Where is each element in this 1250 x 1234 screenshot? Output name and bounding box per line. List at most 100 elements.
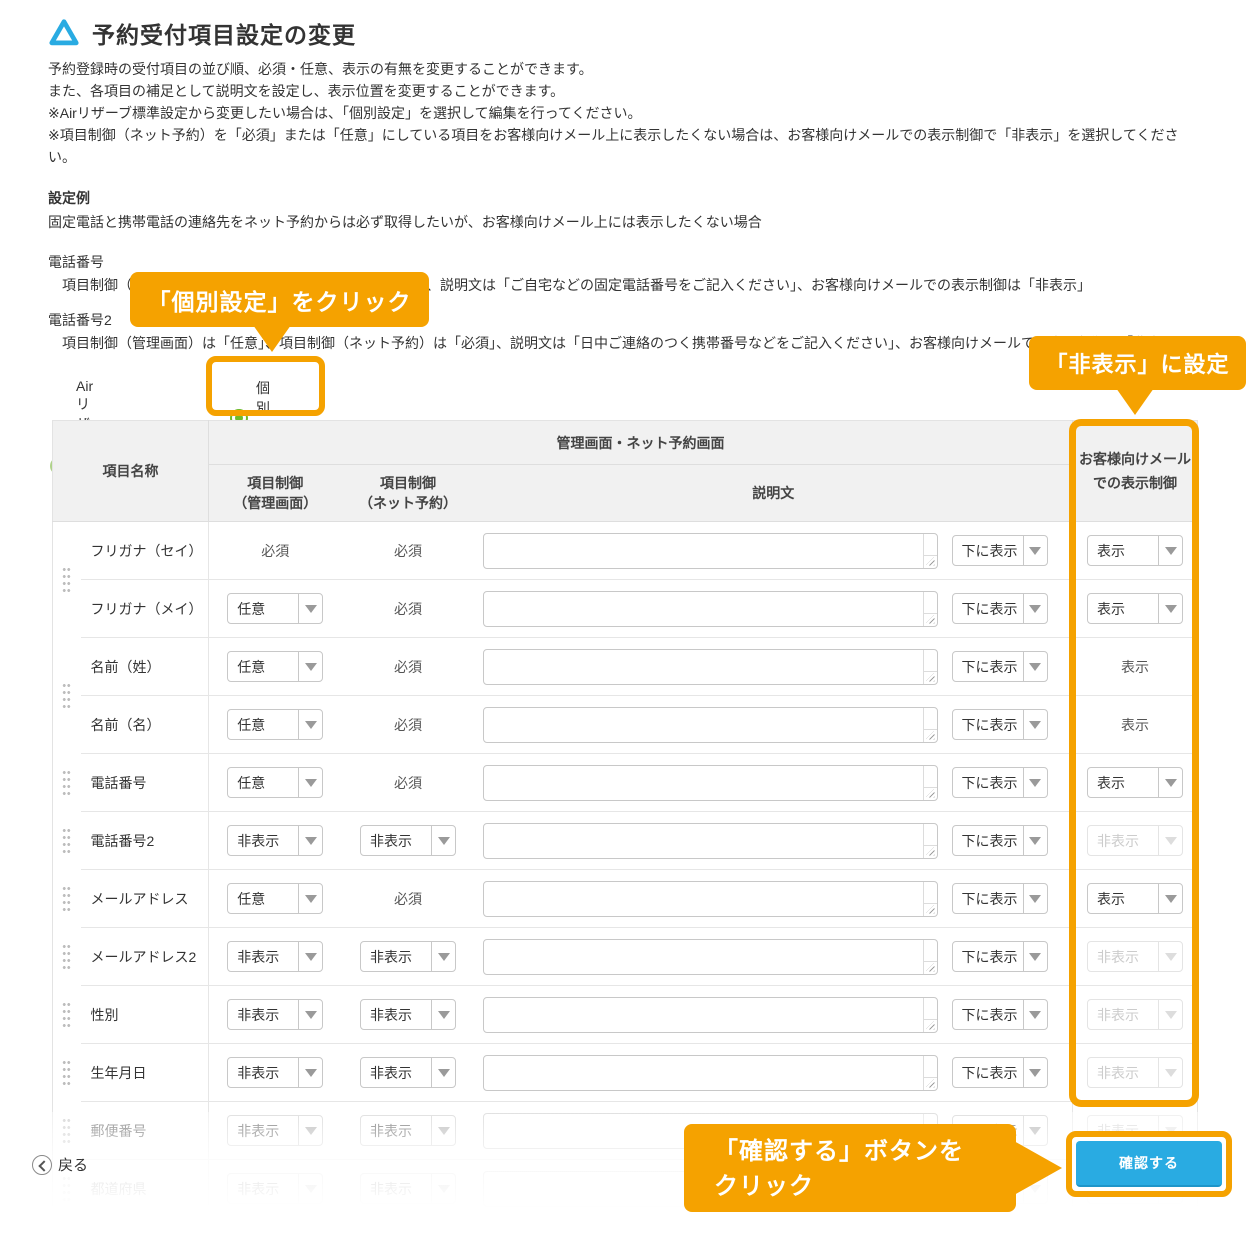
drag-handle[interactable] xyxy=(53,812,81,870)
position-select[interactable]: 下に表示 xyxy=(952,941,1048,972)
drag-handle[interactable] xyxy=(53,522,81,638)
drag-handle[interactable] xyxy=(53,1044,81,1102)
net-control-select[interactable]: 非表示 xyxy=(360,999,456,1030)
chevron-down-icon xyxy=(298,710,322,739)
net-control-cell: 必須 xyxy=(342,580,475,638)
chevron-down-icon xyxy=(1023,884,1047,913)
item-name: 電話番号2 xyxy=(91,833,155,849)
position-select[interactable]: 下に表示 xyxy=(952,883,1048,914)
item-name: 名前（姓） xyxy=(91,659,161,675)
net-control-cell: 非表示 xyxy=(342,1044,475,1102)
admin-control-select[interactable]: 任意 xyxy=(227,651,323,682)
chevron-down-icon xyxy=(431,1058,455,1087)
admin-control-cell: 必須 xyxy=(209,522,342,580)
table-row: 名前（姓） 任意 必須 下に表示 表示 xyxy=(53,638,1198,696)
textarea-scrollbar xyxy=(923,650,924,684)
net-control-value: 必須 xyxy=(394,891,422,907)
confirm-button[interactable]: 確認する xyxy=(1076,1141,1222,1187)
net-control-cell: 必須 xyxy=(342,870,475,928)
textarea-scrollbar xyxy=(923,998,924,1032)
back-button[interactable]: 戻る xyxy=(32,1154,88,1175)
table-row: フリガナ（メイ） 任意 必須 下に表示 表示 xyxy=(53,580,1198,638)
chevron-down-icon xyxy=(298,826,322,855)
description-textarea[interactable] xyxy=(483,823,938,859)
description-textarea[interactable] xyxy=(483,533,938,569)
drag-handle[interactable] xyxy=(53,928,81,986)
position-select[interactable]: 下に表示 xyxy=(952,999,1048,1030)
net-control-select[interactable]: 非表示 xyxy=(360,825,456,856)
textarea-scrollbar xyxy=(923,824,924,858)
description-textarea[interactable] xyxy=(483,881,938,917)
drag-dots-icon xyxy=(62,943,71,970)
header-control-admin: 項目制御 （管理画面） xyxy=(209,465,342,522)
admin-control-select[interactable]: 任意 xyxy=(227,883,323,914)
description-textarea[interactable] xyxy=(483,939,938,975)
header-admin-net-group: 管理画面・ネット予約画面 xyxy=(209,421,1073,465)
chevron-down-icon xyxy=(1023,942,1047,971)
description-textarea[interactable] xyxy=(483,997,938,1033)
admin-control-select[interactable]: 非表示 xyxy=(227,941,323,972)
admin-control-select[interactable]: 非表示 xyxy=(227,999,323,1030)
drag-dots-icon xyxy=(62,682,71,709)
item-name: 名前（名） xyxy=(91,717,161,733)
description-textarea[interactable] xyxy=(483,1055,938,1091)
page-header: 予約受付項目設定の変更 xyxy=(48,16,356,50)
net-control-value: 必須 xyxy=(394,775,422,791)
drag-handle[interactable] xyxy=(53,754,81,812)
callout-set-hidden: 「非表示」に設定 xyxy=(1029,336,1246,390)
position-select[interactable]: 下に表示 xyxy=(952,709,1048,740)
callout-individual-setting: 「個別設定」をクリック xyxy=(130,272,429,327)
resize-grip-icon xyxy=(926,963,935,972)
description-textarea[interactable] xyxy=(483,765,938,801)
chevron-down-icon xyxy=(298,1000,322,1029)
net-control-select[interactable]: 非表示 xyxy=(360,941,456,972)
net-control-cell: 必須 xyxy=(342,638,475,696)
chevron-down-icon xyxy=(431,1000,455,1029)
net-control-value: 必須 xyxy=(394,601,422,617)
admin-control-select[interactable]: 任意 xyxy=(227,709,323,740)
net-control-value: 必須 xyxy=(394,659,422,675)
chevron-down-icon xyxy=(1023,652,1047,681)
chevron-down-icon xyxy=(1023,594,1047,623)
resize-grip-icon xyxy=(926,789,935,798)
admin-control-select[interactable]: 非表示 xyxy=(227,1057,323,1088)
example-item-label: 電話番号 xyxy=(48,252,104,272)
admin-control-select[interactable]: 任意 xyxy=(227,593,323,624)
admin-control-cell: 任意 xyxy=(209,696,342,754)
drag-handle[interactable] xyxy=(53,870,81,928)
description-textarea[interactable] xyxy=(483,649,938,685)
position-select[interactable]: 下に表示 xyxy=(952,593,1048,624)
description-textarea[interactable] xyxy=(483,591,938,627)
chevron-down-icon xyxy=(1023,710,1047,739)
individual-setting-highlight-frame xyxy=(206,356,325,416)
textarea-scrollbar xyxy=(923,534,924,568)
drag-dots-icon xyxy=(62,1001,71,1028)
table-row: 名前（名） 任意 必須 下に表示 表示 xyxy=(53,696,1198,754)
drag-handle[interactable] xyxy=(53,638,81,754)
admin-control-select[interactable]: 任意 xyxy=(227,767,323,798)
chevron-down-icon xyxy=(298,768,322,797)
position-select[interactable]: 下に表示 xyxy=(952,825,1048,856)
admin-control-cell: 任意 xyxy=(209,638,342,696)
net-control-cell: 非表示 xyxy=(342,986,475,1044)
net-control-cell: 非表示 xyxy=(342,812,475,870)
resize-grip-icon xyxy=(926,731,935,740)
resize-grip-icon xyxy=(926,905,935,914)
callout-tail-right xyxy=(1014,1141,1062,1195)
example-item-label: 電話番号2 xyxy=(48,310,112,330)
position-select[interactable]: 下に表示 xyxy=(952,767,1048,798)
position-select[interactable]: 下に表示 xyxy=(952,535,1048,566)
table-row: メールアドレス2 非表示 非表示 下に表示 非表示 xyxy=(53,928,1198,986)
table-row: 性別 非表示 非表示 下に表示 非表示 xyxy=(53,986,1198,1044)
net-control-cell: 非表示 xyxy=(342,928,475,986)
position-select[interactable]: 下に表示 xyxy=(952,1057,1048,1088)
admin-control-select[interactable]: 非表示 xyxy=(227,825,323,856)
textarea-scrollbar xyxy=(923,592,924,626)
drag-handle[interactable] xyxy=(53,986,81,1044)
description-textarea[interactable] xyxy=(483,707,938,743)
net-control-select[interactable]: 非表示 xyxy=(360,1057,456,1088)
position-select[interactable]: 下に表示 xyxy=(952,651,1048,682)
admin-control-cell: 非表示 xyxy=(209,928,342,986)
confirm-highlight-frame: 確認する xyxy=(1066,1131,1232,1197)
chevron-down-icon xyxy=(1023,768,1047,797)
